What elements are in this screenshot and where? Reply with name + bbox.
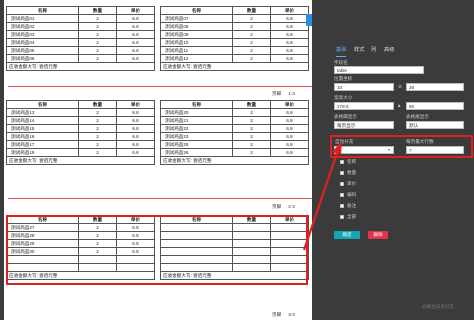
watermark: @掘金技术社区	[422, 304, 455, 309]
annotation-arrow	[302, 141, 342, 251]
